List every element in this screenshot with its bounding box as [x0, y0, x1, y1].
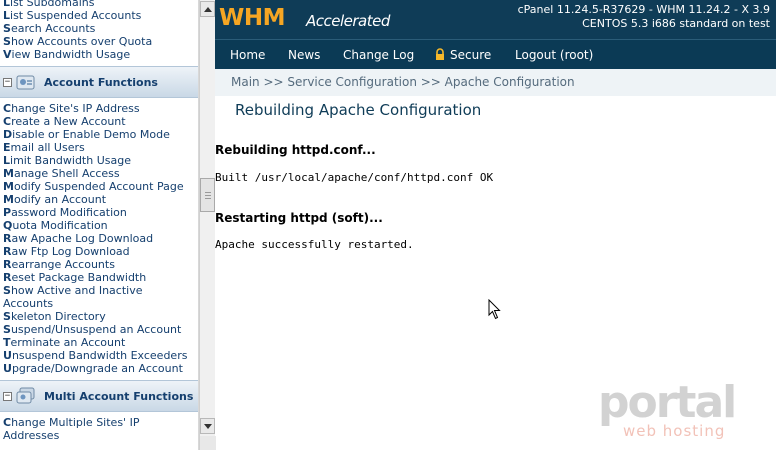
multi-account-functions-list: Change Multiple Sites' IP Addresses	[0, 416, 198, 442]
nav-secure[interactable]: Secure	[450, 48, 491, 62]
sidebar-item-terminate-account[interactable]: Terminate an Account	[0, 336, 198, 349]
collapse-toggle-icon[interactable]: −	[3, 78, 12, 87]
nav-news[interactable]: News	[288, 48, 320, 62]
version-info: cPanel 11.24.5-R37629 - WHM 11.24.2 - X …	[518, 3, 770, 31]
logo-accelerated-text: Accelerated	[306, 12, 390, 30]
watermark-brand: portal	[598, 377, 737, 428]
grip-line	[205, 198, 211, 199]
sidebar-item-change-multiple-ips[interactable]: Change Multiple Sites' IP	[0, 416, 198, 429]
sidebar-item-email-all-users[interactable]: Email all Users	[0, 141, 198, 154]
scrollbar-corner	[200, 436, 216, 450]
sidebar-item-modify-suspended-page[interactable]: Modify Suspended Account Page	[0, 180, 198, 193]
sidebar-item-change-site-ip[interactable]: Change Site's IP Address	[0, 102, 198, 115]
nav-home[interactable]: Home	[230, 48, 265, 62]
sidebar: List Subdomains List Suspended Accounts …	[0, 0, 199, 450]
sidebar-item-reset-package-bandwidth[interactable]: Reset Package Bandwidth	[0, 271, 198, 284]
section-title: Multi Account Functions	[44, 390, 194, 403]
sidebar-item-suspend-unsuspend[interactable]: Suspend/Unsuspend an Account	[0, 323, 198, 336]
sidebar-item-skeleton-directory[interactable]: Skeleton Directory	[0, 310, 198, 323]
sidebar-item-list-subdomains[interactable]: List Subdomains	[0, 0, 198, 9]
sidebar-item-rearrange-accounts[interactable]: Rearrange Accounts	[0, 258, 198, 271]
version-line-2: CENTOS 5.3 i686 standard on test	[582, 17, 770, 30]
chevron-up-icon	[204, 7, 212, 12]
account-functions-icon	[16, 75, 35, 90]
section-header-multi-account-functions[interactable]: − Multi Account Functions	[0, 380, 198, 412]
sidebar-item-change-multiple-ips-cont[interactable]: Addresses	[0, 429, 198, 442]
header: WHM Accelerated cPanel 11.24.5-R37629 - …	[215, 0, 776, 39]
scroll-up-button[interactable]	[200, 1, 215, 17]
nav-change-log[interactable]: Change Log	[343, 48, 414, 62]
sidebar-item-show-active-inactive-cont[interactable]: Accounts	[0, 297, 198, 310]
sidebar-item-unsuspend-bandwidth[interactable]: Unsuspend Bandwidth Exceeders	[0, 349, 198, 362]
sidebar-item-show-active-inactive[interactable]: Show Active and Inactive	[0, 284, 198, 297]
watermark-tagline: web hosting	[623, 422, 726, 440]
mouse-pointer-icon	[488, 299, 501, 320]
scroll-thumb[interactable]	[200, 178, 215, 212]
grip-line	[205, 195, 211, 196]
sidebar-item-quota-modification[interactable]: Quota Modification	[0, 219, 198, 232]
restart-output: Apache successfully restarted.	[215, 238, 414, 251]
collapse-toggle-icon[interactable]: −	[3, 392, 12, 401]
rebuild-output: Built /usr/local/apache/conf/httpd.conf …	[215, 171, 494, 184]
lock-icon	[436, 48, 444, 60]
multi-account-functions-icon	[16, 387, 35, 404]
section-header-account-functions[interactable]: − Account Functions	[0, 66, 198, 98]
sidebar-top-links: List Subdomains List Suspended Accounts …	[0, 0, 198, 61]
sidebar-item-modify-account[interactable]: Modify an Account	[0, 193, 198, 206]
sidebar-item-raw-ftp-log[interactable]: Raw Ftp Log Download	[0, 245, 198, 258]
rebuild-heading: Rebuilding httpd.conf...	[215, 143, 376, 157]
sidebar-item-create-account[interactable]: Create a New Account	[0, 115, 198, 128]
top-nav: Home News Change Log Secure Logout (root…	[215, 39, 776, 69]
account-functions-list: Change Site's IP Address Create a New Ac…	[0, 102, 198, 375]
scroll-down-button[interactable]	[200, 418, 215, 434]
section-title: Account Functions	[44, 76, 158, 89]
chevron-down-icon	[204, 424, 212, 429]
version-line-1: cPanel 11.24.5-R37629 - WHM 11.24.2 - X …	[517, 3, 770, 16]
sidebar-item-password-modification[interactable]: Password Modification	[0, 206, 198, 219]
page-title: Rebuilding Apache Configuration	[235, 101, 482, 119]
sidebar-item-demo-mode[interactable]: Disable or Enable Demo Mode	[0, 128, 198, 141]
logo-whm-text: WHM	[219, 5, 286, 31]
sidebar-scrollbar[interactable]	[199, 0, 216, 450]
grip-line	[205, 192, 211, 193]
sidebar-item-limit-bandwidth[interactable]: Limit Bandwidth Usage	[0, 154, 198, 167]
sidebar-item-list-suspended-accounts[interactable]: List Suspended Accounts	[0, 9, 198, 22]
sidebar-item-show-accounts-over-quota[interactable]: Show Accounts over Quota	[0, 35, 198, 48]
breadcrumb: Main >> Service Configuration >> Apache …	[215, 69, 776, 96]
sidebar-item-manage-shell[interactable]: Manage Shell Access	[0, 167, 198, 180]
restart-heading: Restarting httpd (soft)...	[215, 211, 383, 225]
sidebar-item-search-accounts[interactable]: Search Accounts	[0, 22, 198, 35]
nav-logout[interactable]: Logout (root)	[515, 48, 593, 62]
portal-watermark: portal web hosting	[598, 380, 768, 442]
sidebar-item-raw-apache-log[interactable]: Raw Apache Log Download	[0, 232, 198, 245]
sidebar-item-upgrade-downgrade[interactable]: Upgrade/Downgrade an Account	[0, 362, 198, 375]
sidebar-item-view-bandwidth-usage[interactable]: View Bandwidth Usage	[0, 48, 198, 61]
